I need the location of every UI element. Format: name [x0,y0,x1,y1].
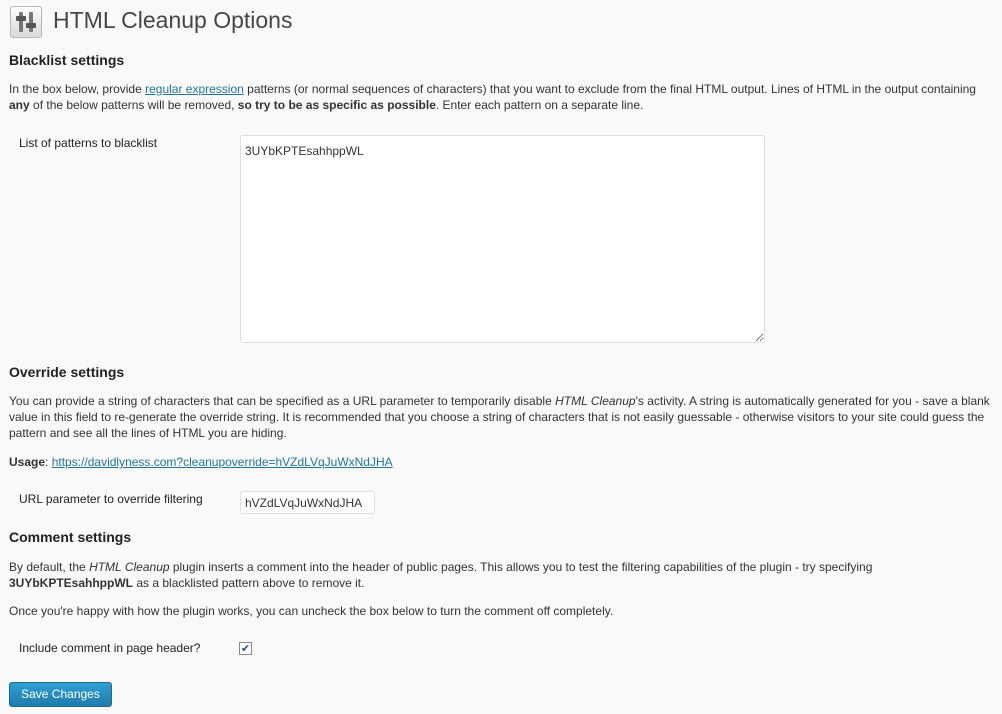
blacklist-description: In the box below, provide regular expres… [9,81,999,113]
override-heading: Override settings [9,364,125,380]
comment-heading: Comment settings [9,529,132,545]
comment-desc-italic: HTML Cleanup [89,560,170,574]
usage-line: Usage: https://davidlyness.com?cleanupov… [9,454,999,470]
blacklist-desc-text: patterns (or normal sequences of charact… [243,82,976,96]
comment-field-label: Include comment in page header? [19,641,201,655]
blacklist-desc-text: . Enter each pattern on a separate line. [435,98,644,112]
override-field-label: URL parameter to override filtering [19,492,203,506]
checkmark-icon: ✔ [240,642,251,655]
override-desc-text: You can provide a string of characters t… [9,394,556,408]
sliders-icon-graphic [16,12,36,32]
usage-separator: : [45,455,52,469]
comment-desc-text: as a blacklisted pattern above to remove… [133,576,365,590]
comment-description-2: Once you're happy with how the plugin wo… [9,604,614,618]
blacklist-desc-text: In the box below, provide [9,82,146,96]
blacklist-heading: Blacklist settings [9,52,125,68]
blacklist-patterns-textarea[interactable]: 3UYbKPTEsahhppWL [240,135,765,343]
page-title: HTML Cleanup Options [53,7,293,33]
comment-desc-bold: 3UYbKPTEsahhppWL [9,576,134,590]
usage-label: Usage [9,455,46,469]
settings-sliders-icon [10,6,42,38]
override-desc-italic: HTML Cleanup [555,394,636,408]
override-parameter-input[interactable] [240,491,375,514]
blacklist-desc-text: of the below patterns will be removed, [29,98,238,112]
include-comment-checkbox[interactable]: ✔ [239,642,252,655]
override-description: You can provide a string of characters t… [9,393,999,441]
comment-desc-text: By default, the [9,560,90,574]
blacklist-desc-bold: any [9,98,30,112]
regular-expression-link[interactable]: regular expression [145,82,244,96]
save-changes-button[interactable]: Save Changes [9,682,112,707]
comment-desc-text: plugin inserts a comment into the header… [169,560,873,574]
comment-description: By default, the HTML Cleanup plugin inse… [9,559,999,591]
blacklist-field-label: List of patterns to blacklist [19,136,158,150]
blacklist-desc-bold: so try to be as specific as possible [237,98,436,112]
usage-url-link[interactable]: https://davidlyness.com?cleanupoverride=… [52,455,393,469]
